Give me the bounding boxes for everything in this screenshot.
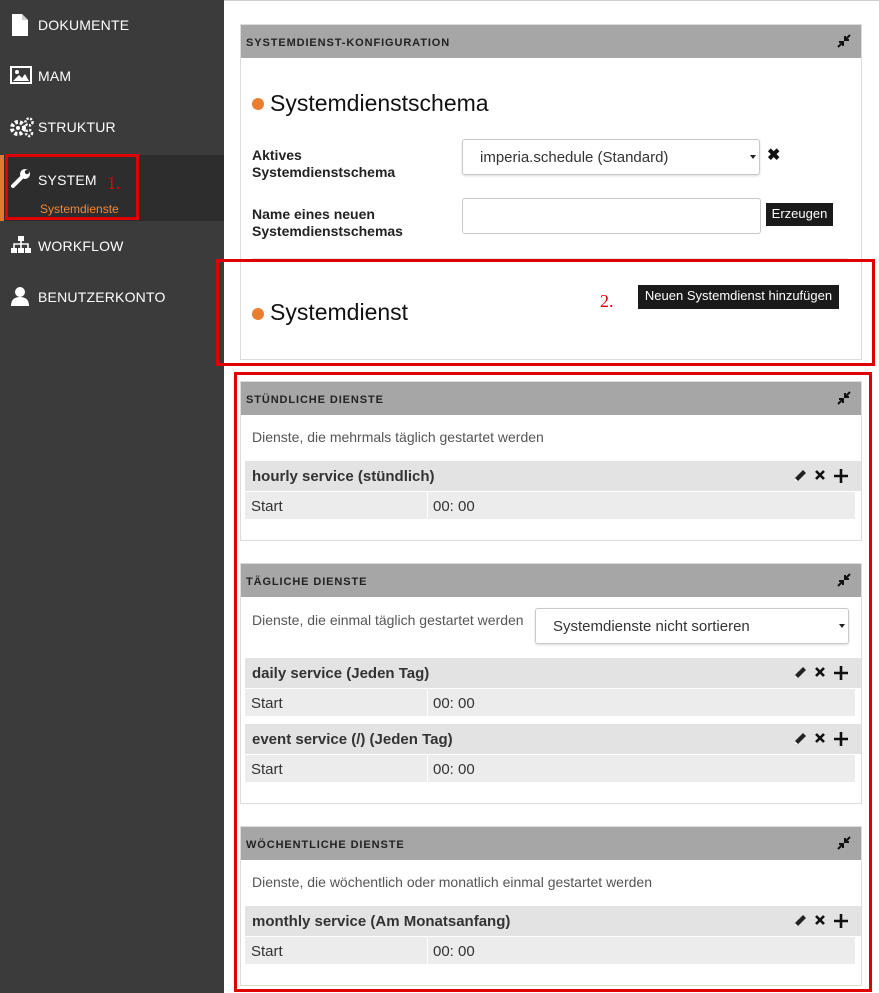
service-detail-row: Start 00: 00 (245, 936, 855, 965)
add-service-button[interactable]: Neuen Systemdienst hinzufügen (638, 285, 839, 309)
hourly-panel-title: STÜNDLICHE DIENSTE (246, 394, 384, 406)
new-schema-input[interactable] (462, 198, 761, 234)
sidebar-item-workflow[interactable]: WORKFLOW (0, 221, 224, 272)
active-schema-label: Aktives Systemdienstschema (252, 147, 395, 181)
sidebar-item-label: SYSTEM (38, 172, 97, 188)
sidebar-item-label: DOKUMENTE (38, 17, 130, 33)
daily-panel-title: TÄGLICHE DIENSTE (246, 576, 368, 588)
column-divider (427, 689, 428, 717)
wrench-icon (10, 167, 32, 189)
weekly-panel-header: WÖCHENTLICHE DIENSTE (241, 827, 861, 860)
daily-description: Dienste, die einmal täglich gestartet we… (252, 612, 524, 628)
add-icon (834, 914, 848, 928)
detail-key: Start (251, 498, 283, 515)
edit-icon (794, 915, 806, 927)
delete-icon (815, 470, 825, 480)
weekly-panel-title: WÖCHENTLICHE DIENSTE (246, 839, 405, 851)
sidebar-item-benutzerkonto[interactable]: BENUTZERKONTO (0, 272, 224, 323)
chevron-down-icon (750, 155, 756, 159)
collapse-icon[interactable] (837, 391, 851, 405)
add-icon (834, 469, 848, 483)
detail-value: 00: 00 (433, 943, 475, 960)
detail-key: Start (251, 761, 283, 778)
service-header: daily service (Jeden Tag) (245, 658, 861, 688)
service-name: daily service (Jeden Tag) (252, 665, 430, 682)
service-actions (791, 912, 851, 930)
sidebar-item-label: BENUTZERKONTO (38, 289, 166, 305)
detail-key: Start (251, 695, 283, 712)
config-panel-title: SYSTEMDIENST-KONFIGURATION (246, 37, 451, 49)
annotation-label-2: 2. (600, 291, 614, 311)
add-icon (834, 732, 848, 746)
hourly-panel-header: STÜNDLICHE DIENSTE (241, 382, 861, 415)
delete-icon (815, 733, 825, 743)
detail-key: Start (251, 943, 283, 960)
sort-select[interactable]: Systemdienste nicht sortieren (535, 608, 849, 644)
weekly-description: Dienste, die wöchentlich oder monatlich … (252, 874, 652, 890)
service-actions (791, 730, 851, 748)
label-line: Name eines neuen (252, 206, 375, 222)
bullet-dot (252, 98, 264, 110)
sidebar-item-label: MAM (38, 68, 72, 84)
collapse-icon[interactable] (837, 573, 851, 587)
delete-schema-icon[interactable]: ✖ (767, 145, 780, 165)
sidebar-item-label: STRUKTUR (38, 119, 116, 135)
collapse-icon[interactable] (837, 836, 851, 850)
service-header: event service (/) (Jeden Tag) (245, 724, 861, 754)
column-divider (427, 492, 428, 520)
service-detail-row: Start 00: 00 (245, 491, 855, 520)
edit-icon (794, 733, 806, 745)
active-schema-select[interactable]: imperia.schedule (Standard) (462, 139, 760, 175)
service-actions (791, 664, 851, 682)
divider (252, 258, 848, 259)
service-name: hourly service (stündlich) (252, 468, 435, 485)
label-line: Systemdienstschemas (252, 223, 403, 239)
service-name: event service (/) (Jeden Tag) (252, 731, 453, 748)
chevron-down-icon (839, 624, 845, 628)
sidebar-item-dokumente[interactable]: DOKUMENTE (0, 0, 224, 51)
detail-value: 00: 00 (433, 761, 475, 778)
sidebar: DOKUMENTE MAM STRUKTUR SYSTEM Systemdien… (0, 0, 224, 993)
gears-icon (10, 116, 34, 138)
bullet-dot (252, 308, 264, 320)
image-icon (10, 65, 32, 87)
sitemap-icon (10, 235, 32, 257)
delete-icon (815, 667, 825, 677)
detail-value: 00: 00 (433, 498, 475, 515)
column-divider (427, 755, 428, 783)
config-panel-header: SYSTEMDIENST-KONFIGURATION (241, 25, 861, 58)
delete-icon (815, 915, 825, 925)
add-icon (834, 666, 848, 680)
collapse-icon[interactable] (837, 34, 851, 48)
document-icon (10, 14, 32, 36)
hourly-description: Dienste, die mehrmals täglich gestartet … (252, 429, 544, 445)
detail-value: 00: 00 (433, 695, 475, 712)
service-heading: Systemdienst (270, 299, 409, 325)
sidebar-item-mam[interactable]: MAM (0, 51, 224, 102)
service-name: monthly service (Am Monatsanfang) (252, 913, 511, 930)
schema-heading: Systemdienstschema (270, 90, 489, 116)
user-icon (10, 286, 32, 308)
service-detail-row: Start 00: 00 (245, 688, 855, 717)
edit-icon (794, 470, 806, 482)
new-schema-label: Name eines neuen Systemdienstschemas (252, 206, 403, 240)
service-header: monthly service (Am Monatsanfang) (245, 906, 861, 936)
select-value: imperia.schedule (Standard) (480, 149, 669, 166)
service-header: hourly service (stündlich) (245, 461, 861, 491)
label-line: Aktives (252, 147, 302, 163)
label-line: Systemdienstschema (252, 164, 396, 180)
sidebar-item-struktur[interactable]: STRUKTUR (0, 102, 224, 153)
sidebar-subitem-systemdienste[interactable]: Systemdienste (40, 202, 119, 216)
service-detail-row: Start 00: 00 (245, 754, 855, 783)
column-divider (427, 937, 428, 965)
service-actions (791, 467, 851, 485)
active-indicator (0, 155, 4, 221)
create-button[interactable]: Erzeugen (766, 203, 833, 226)
edit-icon (794, 667, 806, 679)
daily-panel-header: TÄGLICHE DIENSTE (241, 564, 861, 597)
select-value: Systemdienste nicht sortieren (553, 618, 750, 635)
annotation-label-1: 1. (107, 173, 121, 193)
sidebar-item-label: WORKFLOW (38, 238, 124, 254)
top-border (224, 0, 879, 1)
